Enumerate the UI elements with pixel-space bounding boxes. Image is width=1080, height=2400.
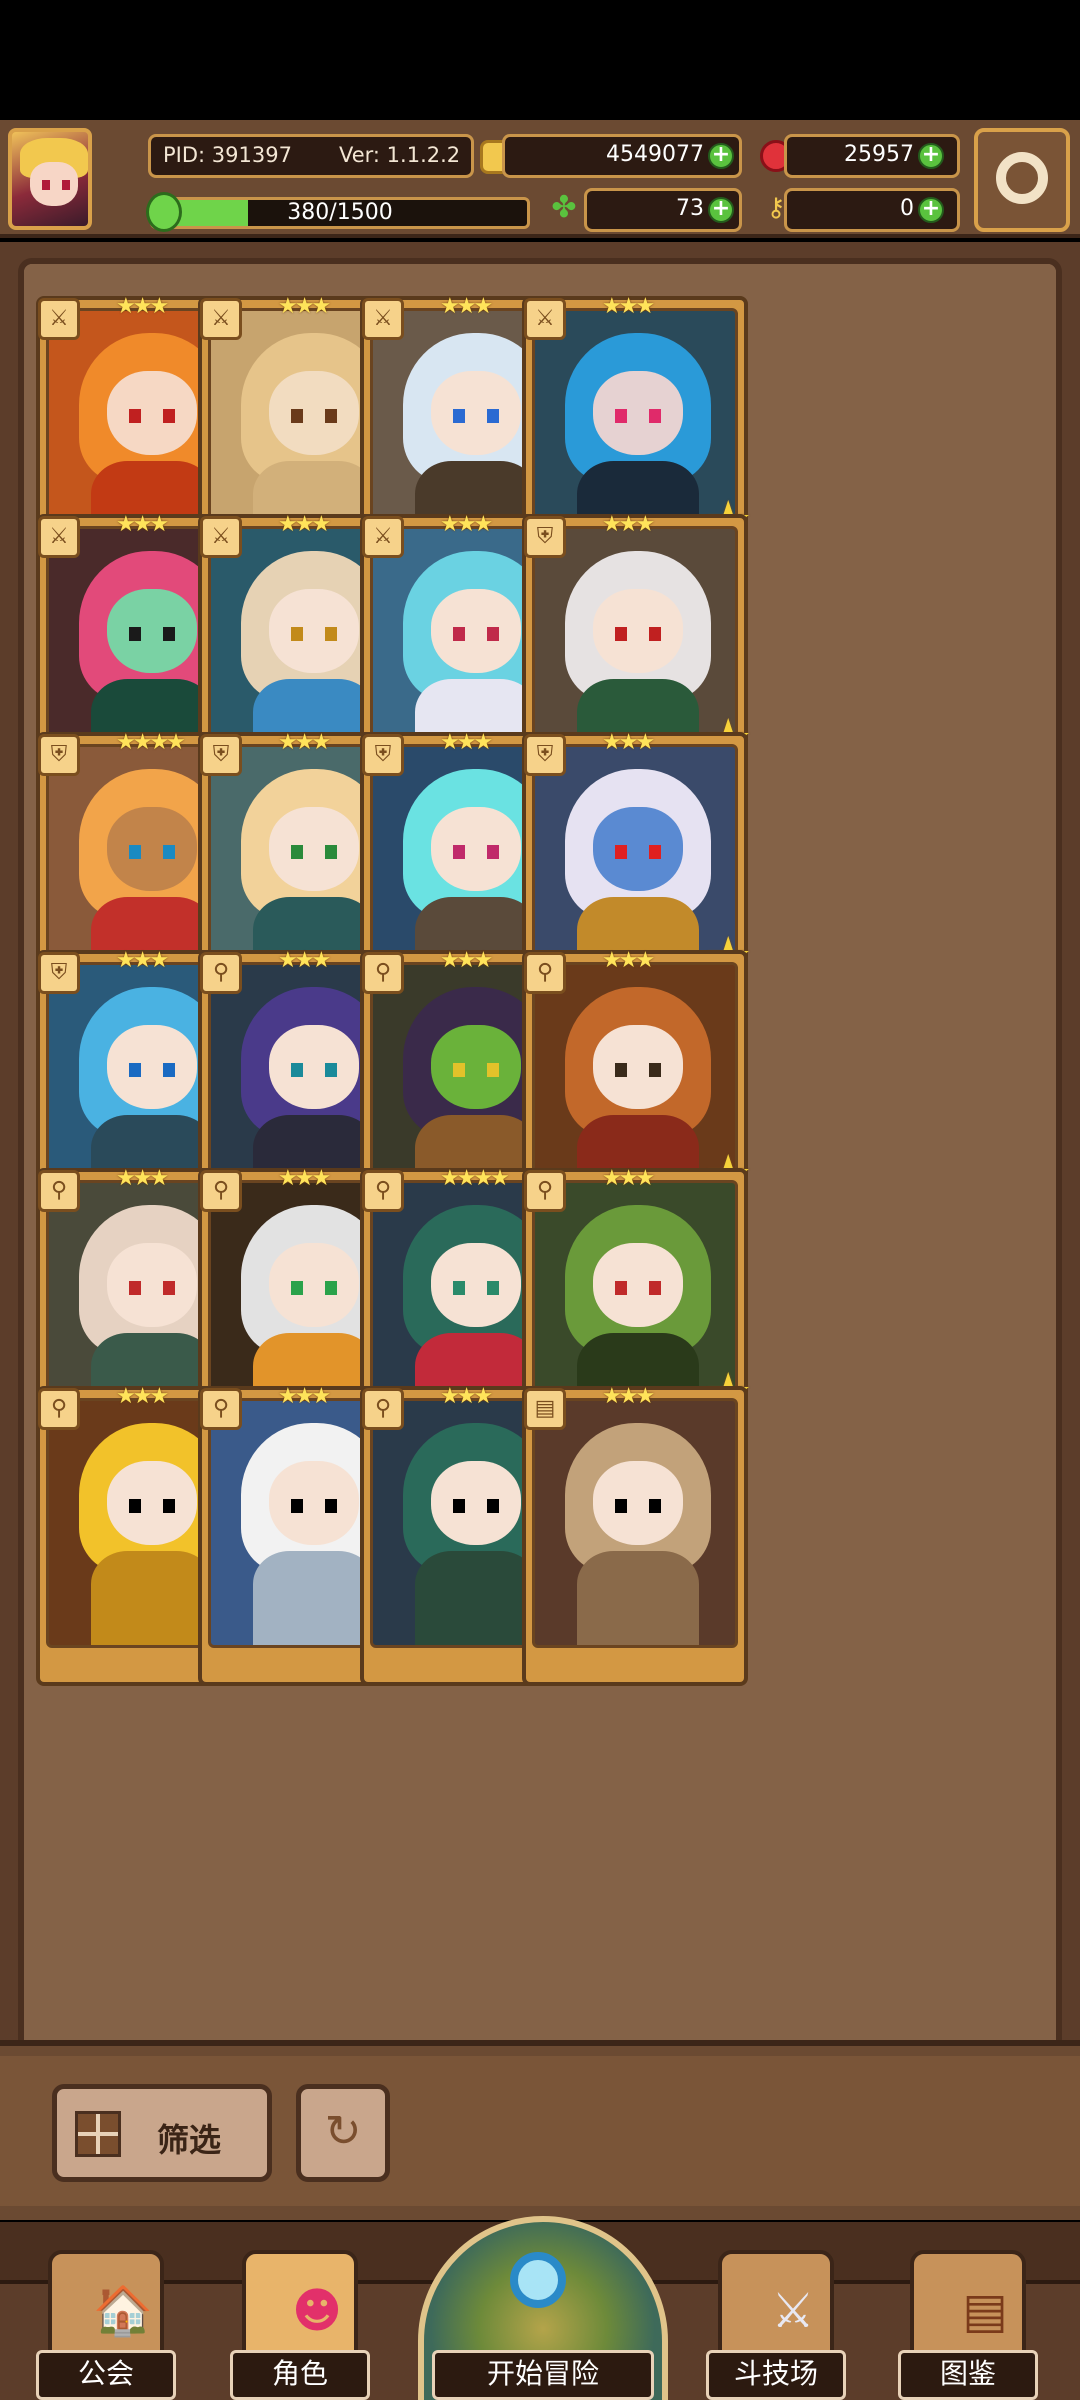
rarity-stars: ★★★ [602, 1384, 655, 1409]
nav-character[interactable]: ☻ 角色 [230, 2250, 370, 2400]
sword-icon: ⚔ [200, 298, 242, 340]
energy-text: 380/1500 [287, 200, 393, 225]
filter-label: 筛选 [157, 2121, 222, 2159]
rarity-stars: ★★★ [602, 948, 655, 973]
crossed-swords-icon: ⚔ [771, 2283, 815, 2339]
add-clover-button[interactable]: + [708, 197, 734, 223]
version-label: Ver: 1.1.2.2 [339, 143, 461, 167]
staff-icon: ⚲ [362, 952, 404, 994]
staff-icon: ⚲ [524, 1170, 566, 1212]
staff-icon: ⚲ [362, 1170, 404, 1212]
rarity-stars: ★★★ [440, 948, 493, 973]
shield-icon: ⛨ [524, 734, 566, 776]
character-grid: ⚔★★★41级★黄金之女⚔★★★41级★无尽领主⚔★★★1级★圣剑之灵⚔★★★1… [18, 258, 1062, 2058]
staff-icon: ⚲ [362, 1388, 404, 1430]
filter-button[interactable]: 筛选 [52, 2084, 272, 2182]
rarity-stars: ★★★ [116, 948, 169, 973]
refresh-button[interactable]: ↻ [296, 2084, 390, 2182]
rarity-stars: ★★★ [116, 1384, 169, 1409]
energy-icon [146, 192, 182, 232]
sword-icon: ⚔ [38, 298, 80, 340]
rarity-stars: ★★★ [440, 730, 493, 755]
rarity-stars: ★★★ [440, 512, 493, 537]
shield-icon: ⛨ [38, 952, 80, 994]
sword-icon: ⚔ [38, 516, 80, 558]
staff-icon: ⚲ [38, 1170, 80, 1212]
clover-amount: 73 [676, 196, 704, 221]
gear-icon [996, 152, 1048, 204]
nav-codex[interactable]: ▤ 图鉴 [898, 2250, 1038, 2400]
gem-amount: 25957 [844, 142, 914, 167]
nav-guild[interactable]: 🏠 公会 [36, 2250, 176, 2400]
refresh-icon: ↻ [324, 2106, 362, 2157]
add-gold-button[interactable]: + [708, 143, 734, 169]
player-avatar[interactable] [8, 128, 92, 230]
rarity-stars: ★★★ [440, 1384, 493, 1409]
rarity-stars: ★★★ [116, 294, 169, 319]
rarity-stars: ★★★ [602, 730, 655, 755]
rarity-stars: ★★★★ [116, 730, 186, 755]
rarity-stars: ★★★ [116, 1166, 169, 1191]
sword-icon: ⚔ [200, 516, 242, 558]
staff-icon: ⚲ [200, 952, 242, 994]
staff-icon: ⚲ [200, 1170, 242, 1212]
shield-icon: ⛨ [200, 734, 242, 776]
clover-icon: ✤ [551, 190, 577, 225]
pid-label: PID: 391397 [163, 143, 292, 167]
key-amount: 0 [900, 196, 914, 221]
add-gem-button[interactable]: + [918, 143, 944, 169]
codex-book-icon: ▤ [962, 2283, 1008, 2339]
rarity-stars: ★★★ [602, 512, 655, 537]
shield-icon: ⛨ [38, 734, 80, 776]
book-icon: ▤ [524, 1388, 566, 1430]
nav-arena[interactable]: ⚔ 斗技场 [706, 2250, 846, 2400]
rarity-stars: ★★★ [440, 294, 493, 319]
nav-character-label: 角色 [230, 2350, 370, 2400]
nav-adventure-label: 开始冒险 [432, 2350, 654, 2400]
nav-adventure[interactable]: 开始冒险 [418, 2216, 668, 2400]
sword-icon: ⚔ [362, 298, 404, 340]
guild-house-icon: 🏠 [93, 2283, 153, 2339]
shield-icon: ⛨ [524, 516, 566, 558]
rarity-stars: ★★★ [602, 1166, 655, 1191]
shield-icon: ⛨ [362, 734, 404, 776]
rarity-stars: ★★★ [278, 1384, 331, 1409]
character-face-icon: ☻ [291, 2283, 343, 2339]
sword-icon: ⚔ [524, 298, 566, 340]
nav-guild-label: 公会 [36, 2350, 176, 2400]
rarity-stars: ★★★ [602, 294, 655, 319]
rarity-stars: ★★★ [278, 1166, 331, 1191]
character-portrait [532, 1398, 738, 1648]
rarity-stars: ★★★ [116, 512, 169, 537]
rarity-stars: ★★★ [278, 948, 331, 973]
rarity-stars: ★★★ [278, 512, 331, 537]
character-card[interactable]: ▤ ★★★ [522, 1384, 748, 1686]
grid-icon [75, 2111, 121, 2157]
energy-bar: 380/1500 [150, 197, 530, 229]
magnifier-icon [510, 2252, 566, 2308]
rarity-stars: ★★★ [278, 730, 331, 755]
rarity-stars: ★★★★ [440, 1166, 510, 1191]
info-panel: PID: 391397 Ver: 1.1.2.2 [148, 134, 474, 178]
sword-icon: ⚔ [362, 516, 404, 558]
staff-icon: ⚲ [524, 952, 566, 994]
gold-amount: 4549077 [606, 142, 704, 167]
staff-icon: ⚲ [38, 1388, 80, 1430]
add-key-button[interactable]: + [918, 197, 944, 223]
status-bar [0, 0, 1080, 120]
settings-button[interactable] [974, 128, 1070, 232]
nav-codex-label: 图鉴 [898, 2350, 1038, 2400]
rarity-stars: ★★★ [278, 294, 331, 319]
nav-arena-label: 斗技场 [706, 2350, 846, 2400]
staff-icon: ⚲ [200, 1388, 242, 1430]
